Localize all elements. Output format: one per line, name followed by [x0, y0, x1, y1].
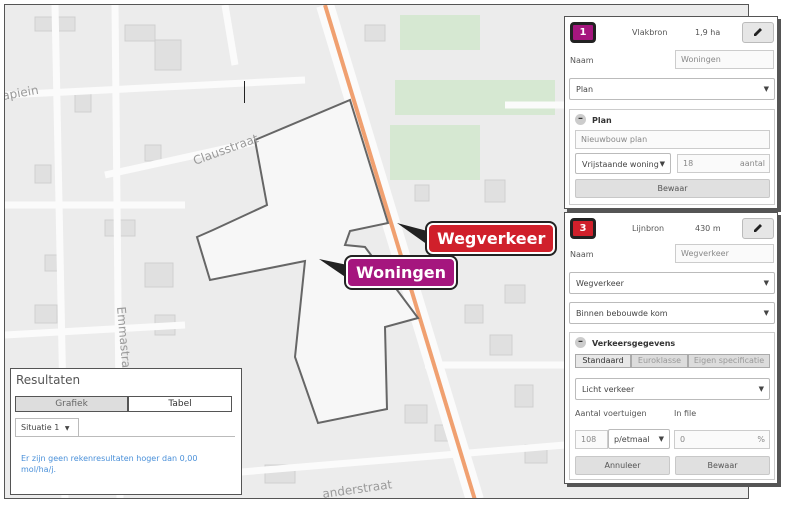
results-title: Resultaten — [16, 373, 81, 387]
plan-section: – Plan Nieuwbouw plan Vrijstaande woning… — [569, 109, 775, 205]
vehicle-type-value: Licht verkeer — [582, 385, 635, 394]
section-title: Plan — [592, 116, 612, 125]
housing-type-value: Vrijstaande woning — [582, 160, 659, 169]
vehicle-count-input[interactable]: 108 — [575, 430, 608, 449]
save-button[interactable]: Bewaar — [675, 456, 770, 475]
tab-euroklasse[interactable]: Euroklasse — [631, 354, 688, 368]
vehicle-count-label: Aantal voertuigen — [575, 409, 647, 418]
plan-name-input[interactable]: Nieuwbouw plan — [575, 130, 770, 149]
name-input[interactable]: Wegverkeer — [675, 244, 774, 263]
in-file-value: 0 — [680, 435, 686, 444]
woningen-map-label[interactable]: Woningen — [346, 257, 457, 288]
save-button[interactable]: Bewaar — [575, 179, 770, 198]
category-select[interactable]: Wegverkeer ▼ — [569, 272, 775, 294]
in-file-label: In file — [674, 409, 697, 418]
results-panel: Resultaten Grafiek Tabel Situatie 1 ▼ Er… — [10, 368, 242, 495]
text-cursor — [244, 81, 245, 103]
source-type: Lijnbron — [632, 224, 665, 233]
chevron-down-icon: ▼ — [763, 279, 769, 287]
category-select-value: Plan — [576, 85, 594, 94]
collapse-icon[interactable]: – — [575, 337, 586, 348]
traffic-data-section: – Verkeersgegevens Standaard Euroklasse … — [569, 332, 775, 480]
edit-button[interactable] — [742, 218, 774, 239]
source-header: 3 Lijnbron 430 m — [570, 216, 774, 240]
section-title: Verkeersgegevens — [592, 339, 676, 348]
pencil-icon — [754, 224, 762, 232]
vehicle-type-select[interactable]: Licht verkeer ▼ — [575, 378, 770, 400]
tab-situatie[interactable]: Situatie 1 ▼ — [15, 418, 79, 436]
housing-type-select[interactable]: Vrijstaande woning ▼ — [575, 153, 671, 174]
count-unit-select[interactable]: p/etmaal ▼ — [608, 429, 670, 449]
street-label: anderstraat — [321, 477, 393, 499]
source-length: 430 m — [695, 224, 721, 233]
in-file-input[interactable]: 0 % — [674, 430, 770, 449]
chevron-down-icon: ▼ — [763, 85, 769, 93]
toggle-grafiek[interactable]: Grafiek — [15, 396, 128, 412]
chevron-down-icon: ▼ — [64, 425, 70, 432]
no-results-message: Er zijn geen rekenresultaten hoger dan 0… — [21, 454, 198, 474]
map-green-area — [400, 15, 480, 50]
map-green-area — [390, 125, 480, 180]
street-label: apiein — [5, 83, 40, 103]
tab-situatie-label: Situatie 1 — [21, 423, 60, 432]
cancel-button[interactable]: Annuleer — [575, 456, 670, 475]
source-number-badge: 3 — [570, 218, 596, 239]
tab-eigen-specificatie[interactable]: Eigen specificatie — [688, 354, 770, 368]
in-file-unit: % — [757, 435, 765, 444]
amount-input[interactable]: 18 aantal — [677, 154, 770, 173]
category-select-value: Wegverkeer — [576, 279, 624, 288]
amount-value: 18 — [683, 159, 694, 168]
tab-standaard[interactable]: Standaard — [575, 354, 631, 368]
chevron-down-icon: ▼ — [658, 435, 664, 443]
chevron-down-icon: ▼ — [659, 160, 665, 168]
source-header: 1 Vlakbron 1,9 ha — [570, 20, 774, 44]
source-panel-3: 3 Lijnbron 430 m Naam Wegverkeer Wegverk… — [564, 212, 778, 484]
edit-button[interactable] — [742, 22, 774, 43]
chevron-down-icon: ▼ — [763, 309, 769, 317]
name-label: Naam — [570, 56, 594, 65]
pencil-icon — [754, 28, 762, 36]
name-input[interactable]: Woningen — [675, 50, 774, 69]
source-type: Vlakbron — [632, 28, 668, 37]
toggle-tabel[interactable]: Tabel — [128, 396, 232, 412]
tab-divider — [15, 436, 235, 437]
count-unit-value: p/etmaal — [614, 435, 650, 444]
source-number-badge: 1 — [570, 22, 596, 43]
map-green-area — [395, 80, 555, 115]
category-select[interactable]: Plan ▼ — [569, 78, 775, 100]
name-label: Naam — [570, 250, 594, 259]
source-panel-1: 1 Vlakbron 1,9 ha Naam Woningen Plan ▼ –… — [564, 16, 778, 209]
chevron-down-icon: ▼ — [758, 385, 764, 393]
subcategory-select[interactable]: Binnen bebouwde kom ▼ — [569, 302, 775, 324]
source-size: 1,9 ha — [695, 28, 721, 37]
amount-unit: aantal — [739, 159, 765, 168]
street-label: Clausstraat — [191, 131, 260, 168]
subcategory-select-value: Binnen bebouwde kom — [576, 309, 668, 318]
wegverkeer-map-label[interactable]: Wegverkeer — [427, 223, 556, 254]
collapse-icon[interactable]: – — [575, 114, 586, 125]
